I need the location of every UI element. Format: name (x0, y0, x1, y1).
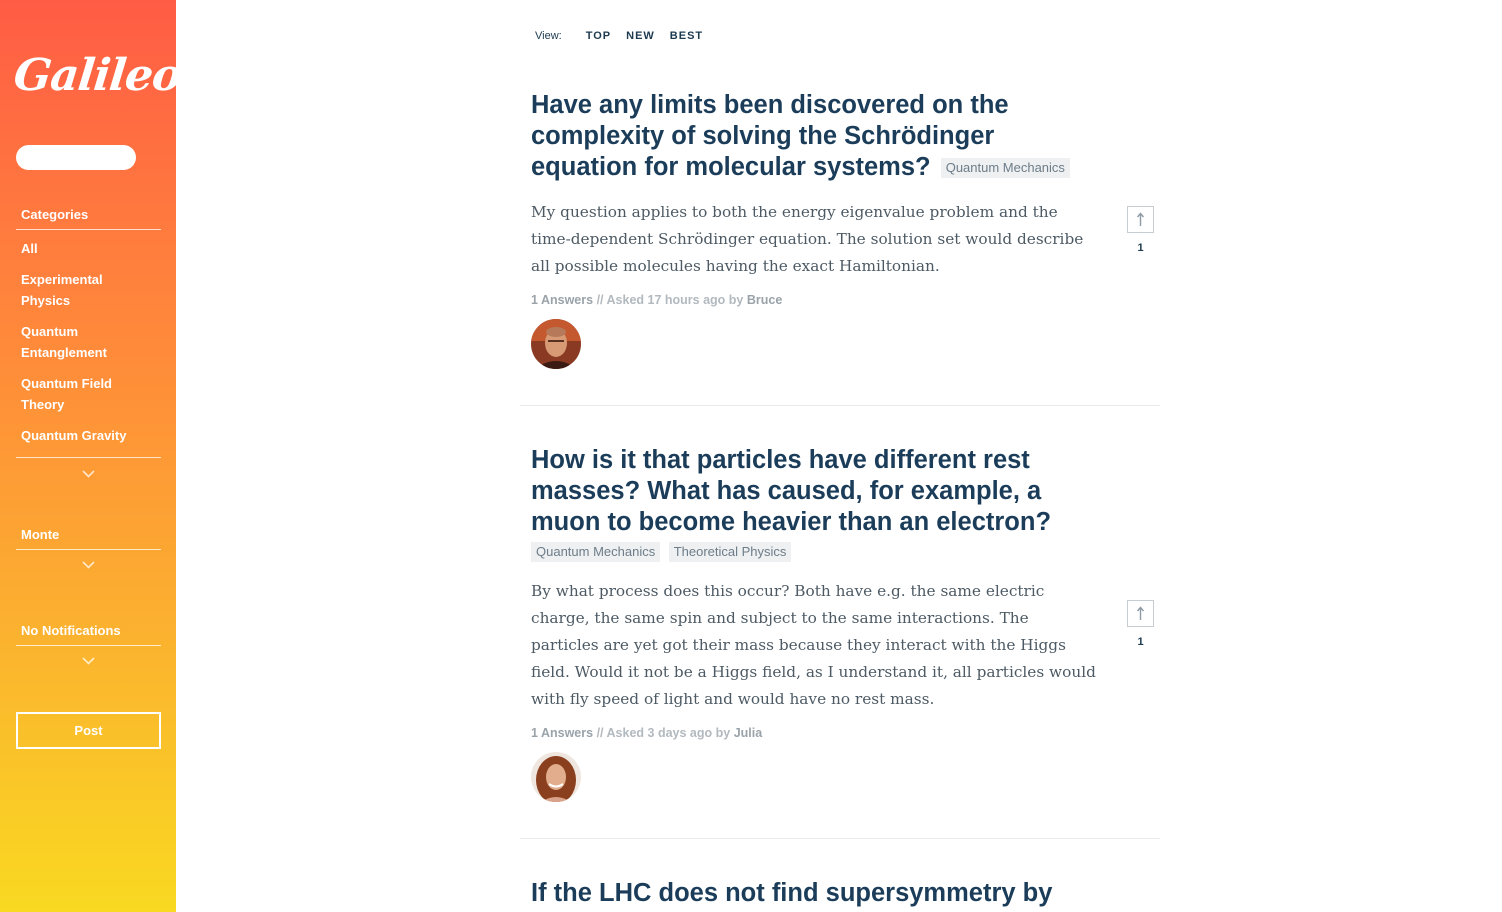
notifications-section: No Notifications (16, 623, 161, 671)
tag-quantum-mechanics[interactable]: Quantum Mechanics (940, 158, 1070, 179)
user-expand-chevron-icon[interactable] (16, 557, 161, 575)
view-option-top[interactable]: TOP (586, 30, 611, 42)
question-title: Have any limits been discovered on the c… (520, 90, 1110, 183)
meta-separator: // (596, 293, 604, 307)
vote-count: 1 (1137, 242, 1144, 254)
meta-separator: // (596, 726, 604, 740)
avatar[interactable] (531, 752, 581, 802)
avatar[interactable] (531, 319, 581, 369)
vote-count: 1 (1137, 636, 1144, 648)
question-tags: Quantum Mechanics Theoretical Physics (520, 542, 1160, 562)
search-input[interactable] (16, 145, 136, 170)
question-title-link[interactable]: Have any limits been discovered on the c… (531, 91, 1009, 181)
question-divider (520, 838, 1160, 839)
category-quantum-field-theory[interactable]: Quantum Field Theory (16, 373, 126, 415)
categories-divider (16, 457, 161, 458)
arrow-up-icon (1136, 212, 1145, 226)
question-meta: 1 Answers // Asked 17 hours ago by Bruce (520, 293, 1160, 307)
category-quantum-gravity[interactable]: Quantum Gravity (16, 425, 161, 446)
tag-theoretical-physics[interactable]: Theoretical Physics (668, 542, 792, 562)
category-all[interactable]: All (16, 238, 161, 259)
question-title: How is it that particles have different … (520, 445, 1110, 538)
categories-section: Categories All Experimental Physics Quan… (16, 207, 161, 484)
notifications-heading[interactable]: No Notifications (16, 623, 161, 646)
view-label: View: (535, 30, 562, 42)
categories-heading: Categories (16, 207, 161, 230)
question-card: If the LHC does not find supersymmetry b… (520, 878, 1160, 909)
question-body: By what process does this occur? Both ha… (531, 582, 1096, 708)
user-heading[interactable]: Monte (16, 527, 161, 550)
sidebar: Galileo Categories All Experimental Phys… (0, 0, 183, 912)
asked-text: Asked 3 days ago by (606, 726, 731, 740)
question-body: My question applies to both the energy e… (531, 203, 1084, 275)
question-title: If the LHC does not find supersymmetry b… (520, 878, 1110, 909)
categories-expand-chevron-icon[interactable] (16, 466, 161, 484)
question-meta: 1 Answers // Asked 3 days ago by Julia (520, 726, 1160, 740)
user-section: Monte (16, 527, 161, 575)
view-option-best[interactable]: BEST (670, 30, 703, 42)
asked-text: Asked 17 hours ago by (606, 293, 744, 307)
post-button[interactable]: Post (16, 712, 161, 749)
question-divider (520, 405, 1160, 406)
author-name[interactable]: Julia (734, 726, 763, 740)
author-name[interactable]: Bruce (747, 293, 782, 307)
view-sort-bar: View: TOP NEW BEST (535, 30, 718, 42)
view-option-new[interactable]: NEW (626, 30, 655, 42)
tag-quantum-mechanics[interactable]: Quantum Mechanics (531, 542, 661, 562)
question-title-link[interactable]: If the LHC does not find supersymmetry b… (531, 879, 1052, 907)
arrow-up-icon (1136, 606, 1145, 620)
upvote-button[interactable] (1127, 206, 1154, 233)
answers-count[interactable]: 1 Answers (531, 726, 593, 740)
notifications-expand-chevron-icon[interactable] (16, 653, 161, 671)
category-experimental-physics[interactable]: Experimental Physics (16, 269, 126, 311)
question-title-link[interactable]: How is it that particles have different … (531, 446, 1051, 536)
category-quantum-entanglement[interactable]: Quantum Entanglement (16, 321, 126, 363)
question-card: How is it that particles have different … (520, 445, 1160, 839)
upvote-button[interactable] (1127, 600, 1154, 627)
question-card: Have any limits been discovered on the c… (520, 90, 1160, 406)
answers-count[interactable]: 1 Answers (531, 293, 593, 307)
logo[interactable]: Galileo (11, 44, 183, 108)
